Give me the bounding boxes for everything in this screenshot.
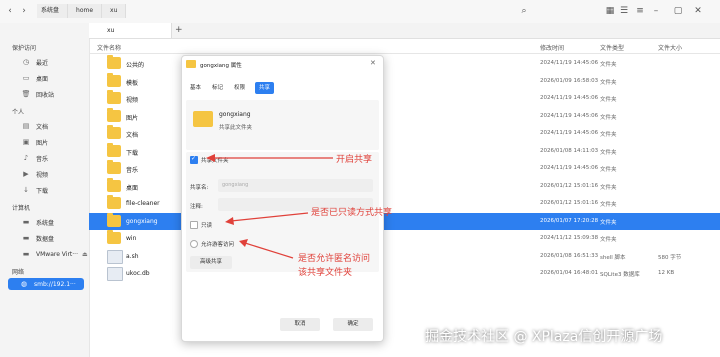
watermark: 掘金技术社区 @ XPlaza信创开源广场 xyxy=(425,329,663,345)
annotation-arrowhead xyxy=(225,217,234,225)
annotation-arrow xyxy=(230,212,309,222)
annotation-anonymous-2: 该共享文件夹 xyxy=(298,268,353,278)
annotation-arrowhead xyxy=(206,154,215,162)
annotation-arrow xyxy=(244,242,294,259)
annotation-readonly: 是否已只读方式共享 xyxy=(311,208,393,218)
annotation-open-share: 开启共享 xyxy=(336,155,373,165)
annotation-arrows xyxy=(206,154,333,259)
annotation-anonymous-1: 是否允许匿名访问 xyxy=(298,254,371,264)
